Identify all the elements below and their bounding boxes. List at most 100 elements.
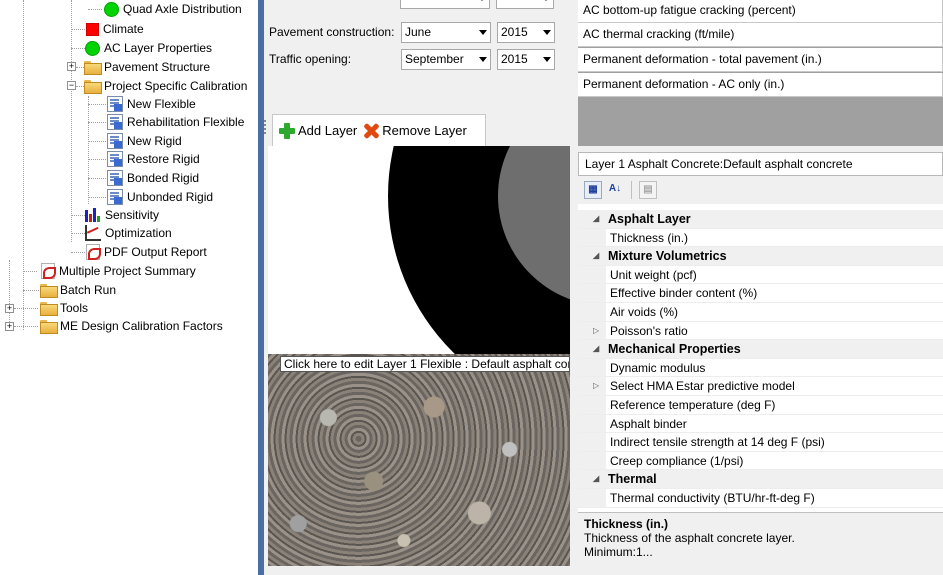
calibration-sheet-icon	[107, 189, 123, 205]
criteria-row[interactable]: Permanent deformation - AC only (in.)	[578, 73, 943, 97]
tree-item-optimization[interactable]: Optimization	[85, 224, 172, 242]
edit-layer-1-link[interactable]: Click here to edit Layer 1 Flexible : De…	[280, 356, 570, 372]
category-row-mechanical-properties[interactable]: ◢ Mechanical Properties	[578, 340, 943, 359]
tree-item-project-specific-calibration[interactable]: Project Specific Calibration	[84, 77, 247, 95]
tree-item-pdf-output-report[interactable]: PDF Output Report	[86, 243, 207, 261]
tree-item-restore-rigid[interactable]: Restore Rigid	[107, 150, 200, 168]
collapse-triangle-icon[interactable]: ◢	[593, 210, 599, 228]
category-row-thermal[interactable]: ◢ Thermal	[578, 470, 943, 489]
property-row-air-voids[interactable]: Air voids (%)	[578, 303, 943, 322]
category-row-mixture-volumetrics[interactable]: ◢ Mixture Volumetrics	[578, 247, 943, 266]
pavement-construction-year-select[interactable]: 2015	[497, 21, 555, 43]
property-pages-icon[interactable]: ▤	[639, 181, 657, 199]
tree-item-rehabilitation-flexible[interactable]: Rehabilitation Flexible	[107, 113, 244, 131]
pavement-structure-canvas[interactable]: Click here to edit Layer 1 Flexible : De…	[268, 146, 570, 566]
tree-item-label: Multiple Project Summary	[59, 264, 196, 278]
row-gutter	[578, 210, 606, 228]
tree-item-unbonded-rigid[interactable]: Unbonded Rigid	[107, 188, 213, 206]
collapse-project-specific-calibration-toggle[interactable]: −	[67, 81, 76, 90]
tree-item-bonded-rigid[interactable]: Bonded Rigid	[107, 169, 199, 187]
folder-icon	[84, 61, 102, 75]
tree-item-ac-layer-properties[interactable]: AC Layer Properties	[85, 39, 212, 57]
tree-item-label: Restore Rigid	[127, 152, 200, 166]
property-row-dynamic-modulus[interactable]: Dynamic modulus	[578, 358, 943, 378]
property-row-thickness-in[interactable]: Thickness (in.)	[578, 228, 943, 248]
toolbar-grip[interactable]	[264, 120, 266, 134]
tree-item-new-flexible[interactable]: New Flexible	[107, 95, 196, 113]
criteria-row[interactable]: AC thermal cracking (ft/mile)	[578, 23, 943, 47]
property-row-reference-temperature-deg-f[interactable]: Reference temperature (deg F)	[578, 396, 943, 415]
collapse-triangle-icon[interactable]: ◢	[593, 470, 599, 488]
property-label: Creep compliance (1/psi)	[610, 453, 744, 468]
selected-value: June	[405, 25, 432, 39]
partial-year-select[interactable]	[496, 0, 554, 9]
expand-triangle-icon[interactable]: ▷	[593, 322, 599, 340]
tree-item-label: Unbonded Rigid	[127, 190, 214, 204]
row-gutter	[578, 247, 606, 265]
categorized-view-icon[interactable]: ▦	[584, 181, 602, 199]
property-row-indirect-tensile-strength-at-14-deg-f-psi[interactable]: Indirect tensile strength at 14 deg F (p…	[578, 433, 943, 452]
property-label: Mechanical Properties	[608, 342, 741, 357]
tree-item-me-design-calibration-factors[interactable]: ME Design Calibration Factors	[40, 317, 223, 335]
folder-icon	[40, 284, 58, 298]
criteria-row[interactable]: AC bottom-up fatigue cracking (percent)	[578, 0, 943, 23]
toolbar-separator	[631, 181, 632, 199]
tree-item-tools[interactable]: Tools	[40, 299, 88, 317]
tree-item-pavement-structure[interactable]: Pavement Structure	[84, 58, 210, 76]
expand-tools-toggle[interactable]: +	[5, 304, 14, 313]
construction-dates-panel: Pavement construction: June 2015 Traffic…	[264, 0, 570, 106]
tree-item-label: Quad Axle Distribution	[123, 2, 242, 16]
expand-triangle-icon[interactable]: ▷	[593, 377, 599, 395]
row-gutter	[578, 358, 606, 377]
property-row-thermal-conductivity-btu-hr-ft-deg-f[interactable]: Thermal conductivity (BTU/hr-ft-deg F)	[578, 489, 943, 508]
add-layer-button[interactable]: Add Layer	[279, 122, 358, 139]
traffic-opening-month-select[interactable]: September	[401, 48, 491, 70]
expand-me-design-calibration-factors-toggle[interactable]: +	[5, 322, 14, 331]
pdf-icon	[41, 263, 56, 279]
tree-item-batch-run[interactable]: Batch Run	[40, 281, 116, 299]
category-row-asphalt-layer[interactable]: ◢ Asphalt Layer	[578, 210, 943, 229]
row-gutter	[578, 396, 606, 414]
expand-pavement-structure-toggle[interactable]: +	[67, 62, 76, 71]
tree-item-sensitivity[interactable]: Sensitivity	[85, 206, 159, 224]
row-gutter	[578, 470, 606, 488]
row-gutter	[578, 321, 606, 340]
remove-layer-button[interactable]: Remove Layer	[363, 123, 467, 139]
criteria-row[interactable]: Permanent deformation - total pavement (…	[578, 48, 943, 72]
traffic-opening-year-select[interactable]: 2015	[497, 48, 555, 70]
row-gutter	[578, 284, 606, 302]
property-label: Dynamic modulus	[610, 360, 706, 375]
alphabetical-sort-icon[interactable]: A↓	[606, 181, 624, 199]
collapse-triangle-icon[interactable]: ◢	[593, 247, 599, 265]
tree-item-label: New Flexible	[127, 97, 196, 111]
asphalt-layer-graphic[interactable]	[268, 354, 570, 566]
row-gutter	[578, 228, 606, 247]
tree-item-label: Pavement Structure	[104, 60, 211, 74]
property-row-asphalt-binder[interactable]: Asphalt binder	[578, 414, 943, 434]
layer-toolbar: Add Layer Remove Layer	[264, 106, 570, 146]
tree-item-quad-axle-distribution[interactable]: Quad Axle Distribution	[104, 0, 242, 18]
partial-month-select[interactable]	[400, 0, 490, 9]
tree-item-multiple-project-summary[interactable]: Multiple Project Summary	[41, 262, 196, 280]
add-layer-label: Add Layer	[298, 123, 358, 138]
chevron-down-icon	[479, 29, 487, 35]
folder-icon	[40, 320, 58, 334]
property-row-effective-binder-content[interactable]: Effective binder content (%)	[578, 284, 943, 303]
chevron-down-icon	[543, 29, 551, 35]
plus-icon	[279, 122, 295, 139]
tree-item-label: New Rigid	[127, 134, 182, 148]
property-row-select-hma-estar-predictive-model[interactable]: ▷ Select HMA Estar predictive model	[578, 377, 943, 396]
property-label: Asphalt Layer	[608, 212, 691, 226]
property-grid-object-selector[interactable]: Layer 1 Asphalt Concrete:Default asphalt…	[578, 152, 943, 176]
tree-item-climate[interactable]: Climate	[86, 20, 144, 38]
property-row-creep-compliance-1-psi[interactable]: Creep compliance (1/psi)	[578, 451, 943, 471]
property-row-unit-weight-pcf[interactable]: Unit weight (pcf)	[578, 265, 943, 285]
chevron-down-icon	[543, 56, 551, 62]
collapse-triangle-icon[interactable]: ◢	[593, 340, 599, 358]
tree-item-label: AC Layer Properties	[104, 41, 213, 55]
bar-chart-icon	[85, 208, 101, 222]
pavement-construction-month-select[interactable]: June	[401, 21, 491, 43]
property-row-poisson-s-ratio[interactable]: ▷ Poisson's ratio	[578, 321, 943, 341]
property-label: Unit weight (pcf)	[610, 267, 697, 282]
tree-item-new-rigid[interactable]: New Rigid	[107, 132, 182, 150]
